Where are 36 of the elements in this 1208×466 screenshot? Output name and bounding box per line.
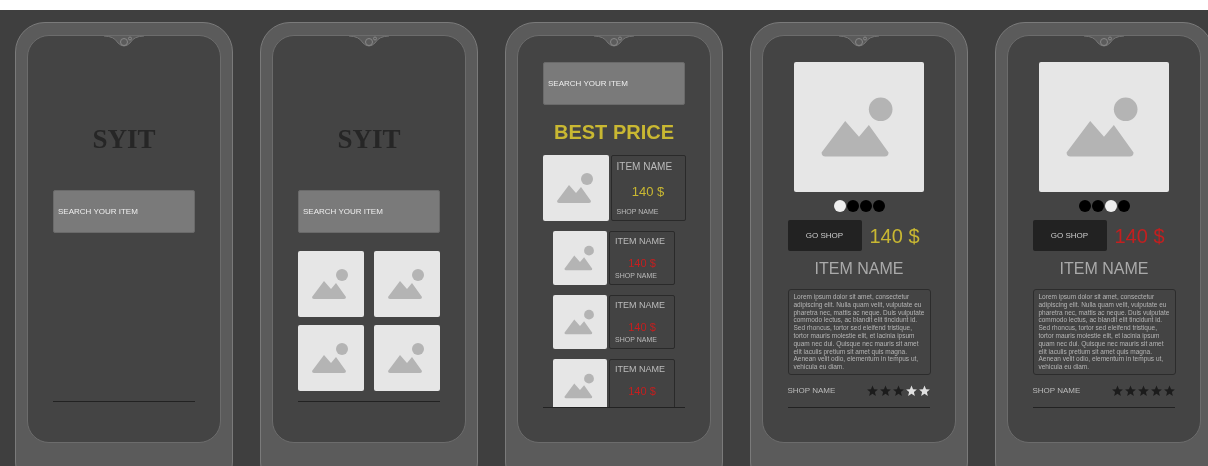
- image-placeholder: [542, 155, 609, 221]
- product-price: 140 $: [869, 223, 920, 249]
- image-placeholder: [553, 295, 607, 349]
- go-shop-button[interactable]: GO SHOP: [1032, 220, 1107, 251]
- search-field[interactable]: SEARCH YOUR ITEM: [298, 189, 440, 233]
- product-name: ITEM NAME: [1059, 259, 1149, 279]
- shop-name: SHOP NAME: [787, 384, 836, 397]
- product-name: ITEM NAME: [615, 235, 666, 248]
- shop-name: SHOP NAME: [1032, 384, 1081, 397]
- product-price: 140 $: [628, 319, 656, 335]
- carousel-dot[interactable]: [859, 200, 872, 212]
- product-price: 140 $: [1114, 223, 1165, 249]
- image-placeholder: [298, 250, 364, 317]
- product-price: 140 $: [628, 255, 656, 271]
- go-shop-button[interactable]: GO SHOP: [787, 220, 862, 251]
- image-placeholder: [374, 324, 440, 391]
- carousel-dot[interactable]: [833, 200, 846, 212]
- product-name: ITEM NAME: [615, 363, 666, 376]
- image-placeholder: [553, 359, 607, 407]
- search-field[interactable]: SEARCH YOUR ITEM: [53, 189, 195, 233]
- carousel-dot[interactable]: [1104, 200, 1117, 212]
- product-name: ITEM NAME: [814, 259, 904, 279]
- carousel-dot[interactable]: [1078, 200, 1091, 212]
- section-heading: BEST PRICE: [554, 120, 674, 145]
- product-price: 140 $: [631, 183, 665, 201]
- image-placeholder: [298, 324, 364, 391]
- carousel-dot[interactable]: [846, 200, 859, 212]
- image-placeholder: [553, 231, 607, 285]
- carousel-dot[interactable]: [1117, 200, 1130, 212]
- image-placeholder: [374, 250, 440, 317]
- carousel-dot[interactable]: [872, 200, 885, 212]
- product-name: ITEM NAME: [616, 160, 674, 174]
- search-field[interactable]: SEARCH YOUR ITEM: [543, 62, 685, 105]
- carousel-dot[interactable]: [1091, 200, 1104, 212]
- product-price: 140 $: [628, 383, 656, 399]
- product-name: ITEM NAME: [615, 299, 666, 312]
